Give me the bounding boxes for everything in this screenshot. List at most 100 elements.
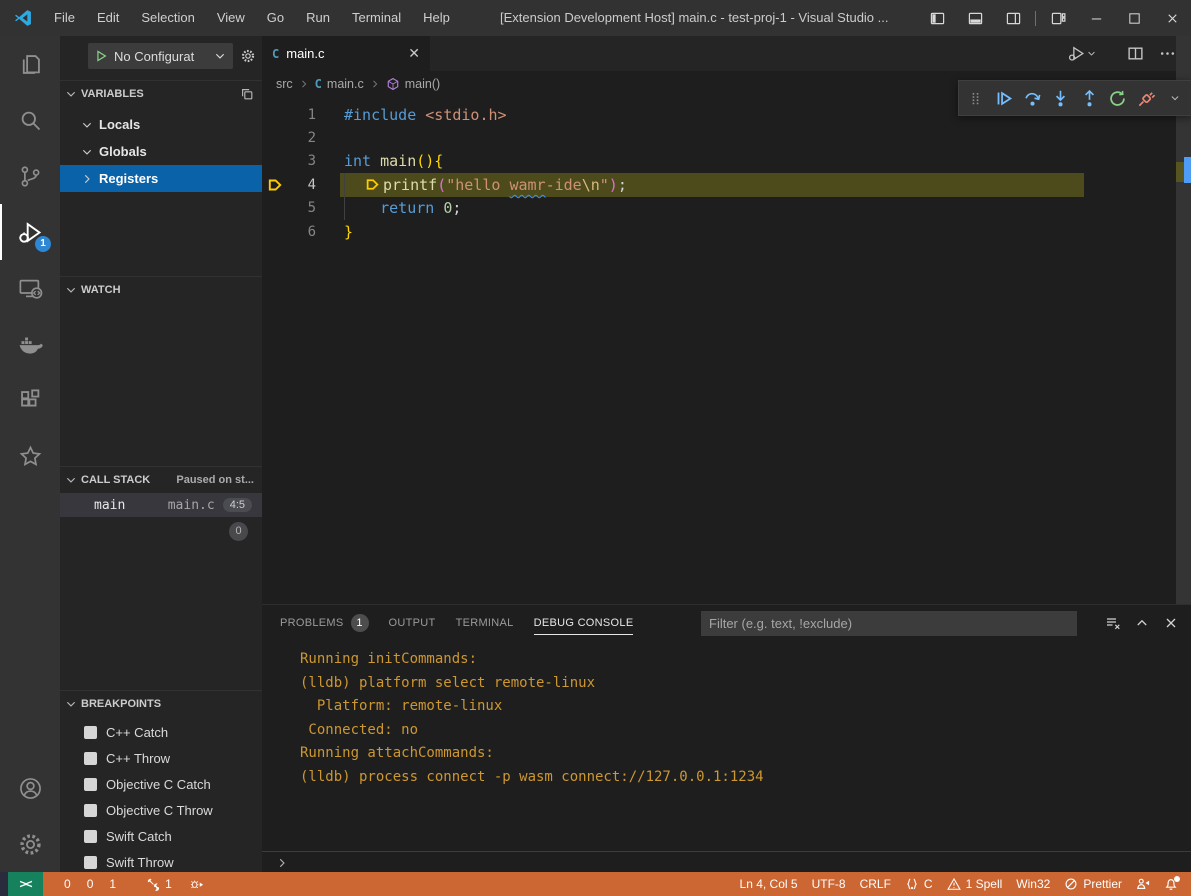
activity-extensions[interactable]: [0, 372, 60, 428]
menu-view[interactable]: View: [206, 0, 256, 36]
problems-status[interactable]: 0 0 1: [51, 872, 129, 896]
menu-selection[interactable]: Selection: [130, 0, 205, 36]
customize-layout-icon[interactable]: [1039, 0, 1077, 36]
restart-icon[interactable]: [1105, 84, 1132, 112]
checkbox[interactable]: [84, 804, 97, 817]
code-line-6[interactable]: 6 }: [262, 220, 1176, 243]
breadcrumb-symbol[interactable]: main(): [405, 77, 440, 91]
step-out-icon[interactable]: [1076, 84, 1103, 112]
toggle-primary-sidebar-icon[interactable]: [918, 0, 956, 36]
toggle-secondary-sidebar-icon[interactable]: [994, 0, 1032, 36]
close-icon[interactable]: [1153, 0, 1191, 36]
chevron-down-icon: [80, 118, 94, 132]
checkbox[interactable]: [84, 778, 97, 791]
session-row[interactable]: 0: [60, 517, 262, 545]
variables-item-locals[interactable]: Locals: [60, 111, 262, 138]
variables-item-registers[interactable]: Registers: [60, 165, 262, 192]
tab-main-c[interactable]: C main.c ✕: [262, 36, 430, 71]
current-statement-arrow-icon[interactable]: [262, 177, 288, 193]
checkbox[interactable]: [84, 726, 97, 739]
maximize-icon[interactable]: [1115, 0, 1153, 36]
activity-favorites[interactable]: [0, 428, 60, 484]
menu-run[interactable]: Run: [295, 0, 341, 36]
breakpoint-objective-c-throw[interactable]: Objective C Throw: [60, 797, 262, 823]
breakpoints-list: C++ Catch C++ Throw Objective C Catch Ob…: [60, 719, 262, 872]
panel-tab-debug-console[interactable]: DEBUG CONSOLE: [534, 605, 634, 641]
tools-status[interactable]: 1: [139, 872, 179, 896]
panel-tab-problems[interactable]: PROBLEMS1: [280, 605, 369, 641]
breadcrumb-file[interactable]: main.c: [327, 77, 364, 91]
variables-header[interactable]: VARIABLES: [60, 80, 262, 107]
launch-settings-gear-icon[interactable]: [240, 48, 256, 64]
debug-status[interactable]: [183, 872, 211, 896]
debug-config-dropdown[interactable]: No Configurat: [88, 43, 233, 69]
breakpoint-swift-throw[interactable]: Swift Throw: [60, 849, 262, 872]
code-line-3[interactable]: 3 int main(){: [262, 150, 1176, 173]
status-crlf[interactable]: CRLF: [853, 872, 898, 896]
breakpoint-swift-catch[interactable]: Swift Catch: [60, 823, 262, 849]
more-actions-icon[interactable]: [1159, 45, 1176, 62]
maximize-panel-icon[interactable]: [1134, 615, 1150, 631]
activity-remote-explorer[interactable]: [0, 260, 60, 316]
status-ln-4-col-5[interactable]: Ln 4, Col 5: [733, 872, 805, 896]
status-1-spell[interactable]: 1 Spell: [940, 872, 1010, 896]
close-tab-icon[interactable]: ✕: [408, 45, 420, 62]
console-filter-input[interactable]: [701, 611, 1077, 636]
chevron-down-icon[interactable]: [1162, 84, 1189, 112]
debug-console-input[interactable]: [262, 851, 1191, 873]
panel-tab-output[interactable]: OUTPUT: [389, 605, 436, 641]
checkbox[interactable]: [84, 856, 97, 869]
status-win32[interactable]: Win32: [1009, 872, 1057, 896]
breakpoint-c-throw[interactable]: C++ Throw: [60, 745, 262, 771]
clear-console-icon[interactable]: [1105, 615, 1121, 631]
step-into-icon[interactable]: [1048, 84, 1075, 112]
variables-item-globals[interactable]: Globals: [60, 138, 262, 165]
activity-accounts[interactable]: [0, 760, 60, 816]
code-line-4[interactable]: 4 printf("hello wamr-ide\n");: [262, 173, 1176, 196]
call-stack-header[interactable]: CALL STACK Paused on st...: [60, 466, 262, 493]
stack-frame-main[interactable]: main main.c 4:5: [60, 493, 262, 517]
code-line-2[interactable]: 2: [262, 126, 1176, 149]
menu-edit[interactable]: Edit: [86, 0, 130, 36]
split-editor-icon[interactable]: [1127, 45, 1144, 62]
code-editor[interactable]: 1 #include <stdio.h> 2 3 int main(){ 4 p…: [262, 97, 1176, 604]
status-c[interactable]: C: [898, 872, 940, 896]
code-line-5[interactable]: 5 return 0;: [262, 197, 1176, 220]
menu-help[interactable]: Help: [412, 0, 461, 36]
activity-settings[interactable]: [0, 816, 60, 872]
status-prettier[interactable]: Prettier: [1057, 872, 1129, 896]
close-panel-icon[interactable]: [1163, 615, 1179, 631]
debug-sidebar-toolbar: No Configurat: [60, 36, 262, 76]
breakpoint-objective-c-catch[interactable]: Objective C Catch: [60, 771, 262, 797]
panel-tab-terminal[interactable]: TERMINAL: [456, 605, 514, 641]
toggle-panel-icon[interactable]: [956, 0, 994, 36]
menu-file[interactable]: File: [43, 0, 86, 36]
activity-run-and-debug[interactable]: 1: [0, 204, 60, 260]
checkbox[interactable]: [84, 830, 97, 843]
copy-icon[interactable]: [240, 87, 254, 101]
step-over-icon[interactable]: [1019, 84, 1046, 112]
remote-indicator[interactable]: ><: [8, 872, 43, 896]
status-bell[interactable]: [1157, 872, 1185, 896]
breakpoint-c-catch[interactable]: C++ Catch: [60, 719, 262, 745]
breadcrumb-src[interactable]: src: [276, 77, 293, 91]
disconnect-icon[interactable]: [1133, 84, 1160, 112]
activity-explorer[interactable]: [0, 36, 60, 92]
debug-console-output[interactable]: Running initCommands:(lldb) platform sel…: [262, 641, 1191, 851]
run-or-debug-icon[interactable]: [1068, 45, 1097, 62]
activity-docker[interactable]: [0, 316, 60, 372]
activity-search[interactable]: [0, 92, 60, 148]
menu-terminal[interactable]: Terminal: [341, 0, 412, 36]
menu-go[interactable]: Go: [256, 0, 295, 36]
overview-ruler[interactable]: [1176, 36, 1191, 604]
status-utf-8[interactable]: UTF-8: [805, 872, 853, 896]
continue-icon[interactable]: [991, 84, 1018, 112]
minimize-icon[interactable]: [1077, 0, 1115, 36]
variables-title: VARIABLES: [81, 88, 144, 100]
watch-header[interactable]: WATCH: [60, 276, 262, 303]
breakpoints-header[interactable]: BREAKPOINTS: [60, 690, 262, 717]
checkbox[interactable]: [84, 752, 97, 765]
drag-grippy-icon[interactable]: [962, 84, 989, 112]
activity-source-control[interactable]: [0, 148, 60, 204]
status-feedback[interactable]: [1129, 872, 1157, 896]
